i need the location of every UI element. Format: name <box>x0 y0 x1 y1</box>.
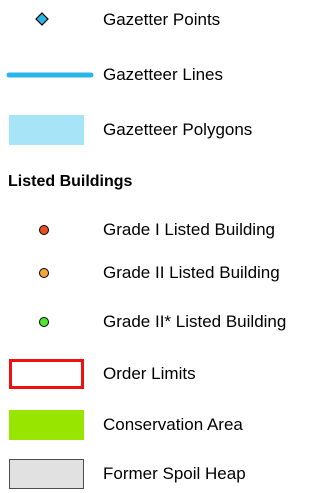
legend-item-grade-ii: Grade II Listed Building <box>0 258 334 288</box>
line-symbol <box>6 72 94 78</box>
legend-label-grade-i: Grade I Listed Building <box>103 220 275 239</box>
red-outline-box-symbol <box>9 359 84 389</box>
legend-item-former-spoil-heap: Former Spoil Heap <box>0 459 334 489</box>
polygon-symbol <box>9 115 84 145</box>
legend-item-gazetteer-points: Gazetter Points <box>0 5 334 35</box>
legend-label-conservation-area: Conservation Area <box>103 415 243 434</box>
circle-symbol-orange <box>39 268 49 278</box>
circle-symbol-orange-red <box>39 225 49 235</box>
legend-heading-listed-buildings: Listed Buildings <box>8 173 133 190</box>
legend-label-gazetteer-lines: Gazetteer Lines <box>103 65 224 84</box>
legend-item-conservation-area: Conservation Area <box>0 410 334 440</box>
diamond-point-symbol <box>35 12 49 26</box>
grey-box-symbol <box>9 459 84 489</box>
legend-label-former-spoil-heap: Former Spoil Heap <box>103 464 246 483</box>
circle-symbol-green <box>39 317 49 327</box>
legend-label-grade-ii-star: Grade II* Listed Building <box>103 312 287 331</box>
legend-label-gazetteer-polygons: Gazetteer Polygons <box>103 120 253 139</box>
legend-label-gazetteer-points: Gazetter Points <box>103 10 221 29</box>
legend-label-order-limits: Order Limits <box>103 364 196 383</box>
map-legend: { "legend": { "items": [ { "label": "Gaz… <box>0 0 334 493</box>
legend-item-grade-i: Grade I Listed Building <box>0 215 334 245</box>
legend-item-grade-ii-star: Grade II* Listed Building <box>0 307 334 337</box>
legend-item-order-limits: Order Limits <box>0 359 334 389</box>
green-box-symbol <box>9 410 84 440</box>
legend-item-gazetteer-polygons: Gazetteer Polygons <box>0 115 334 145</box>
legend-label-grade-ii: Grade II Listed Building <box>103 263 280 282</box>
legend-item-gazetteer-lines: Gazetteer Lines <box>0 60 334 90</box>
